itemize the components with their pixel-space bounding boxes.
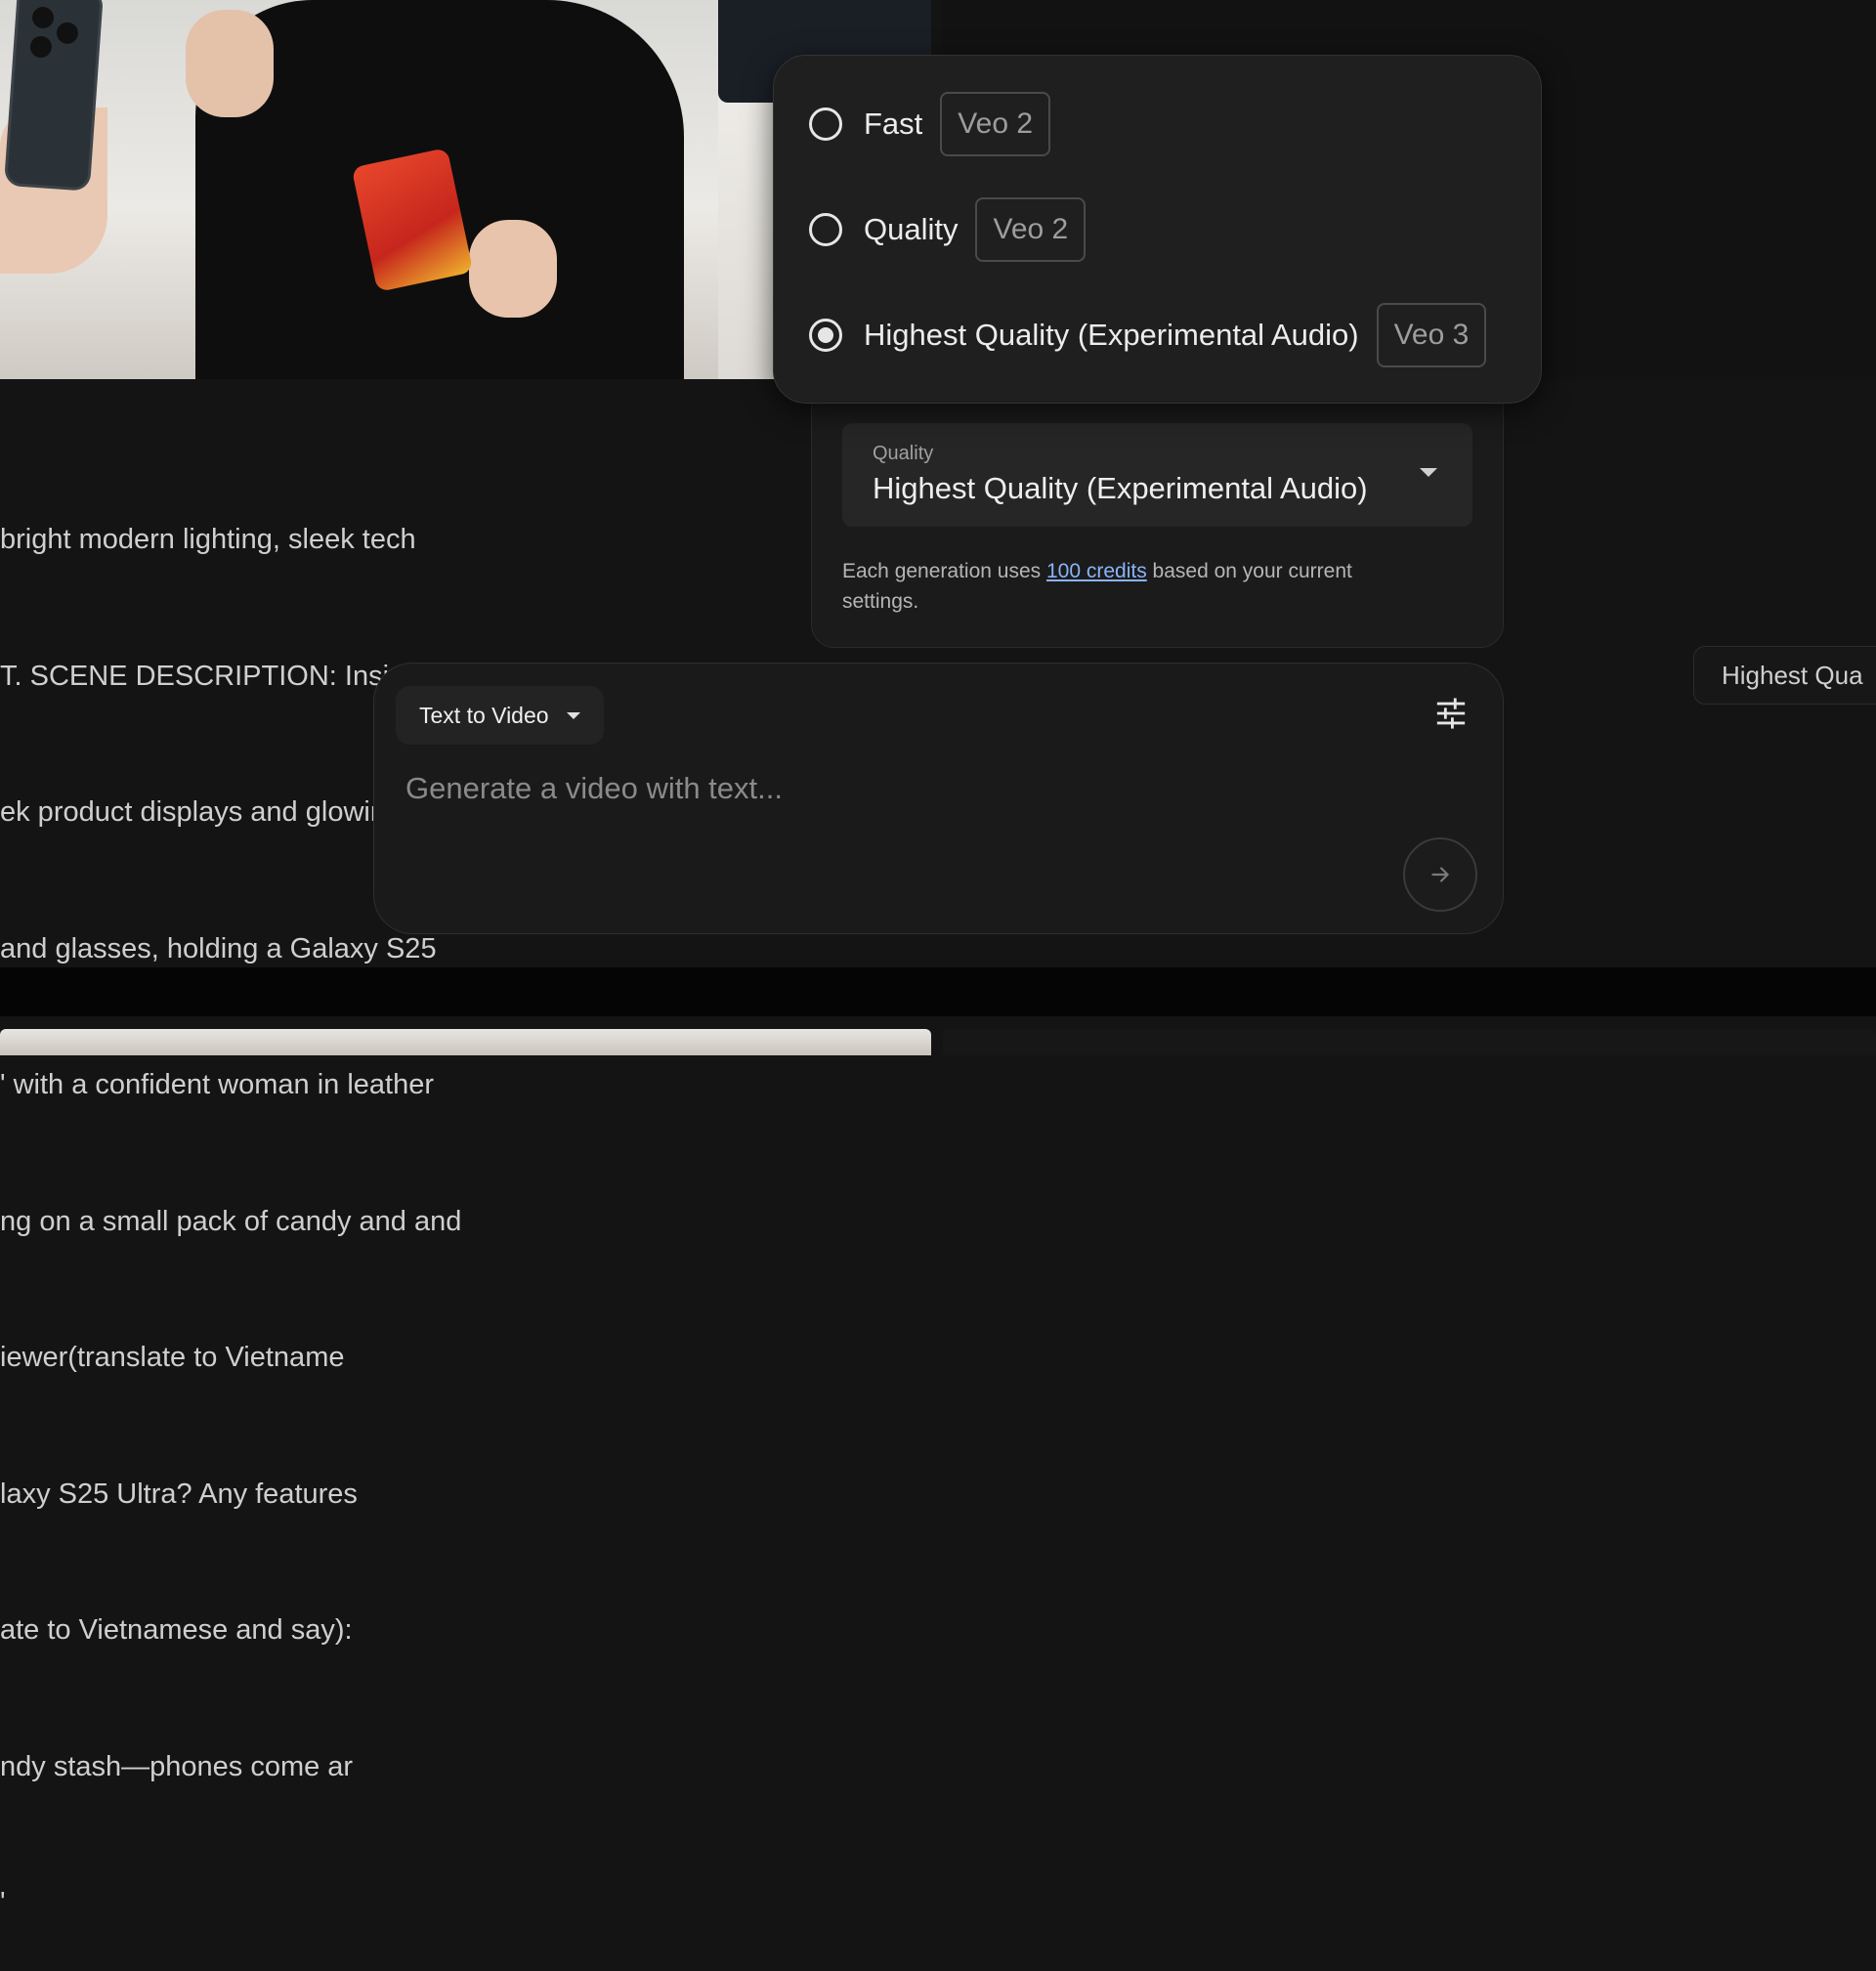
prompt-line: ' with a confident woman in leather: [0, 1069, 435, 1100]
option-label: Quality: [864, 212, 959, 246]
model-badge: Veo 2: [975, 197, 1087, 262]
quality-select-value: Highest Quality (Experimental Audio): [873, 471, 1368, 505]
thumbnail-hand: [186, 10, 274, 117]
radio-button-selected[interactable]: [809, 319, 842, 352]
thumbnail-phone: [7, 0, 101, 189]
prompt-line: ': [0, 1887, 6, 1918]
chevron-down-icon: [1420, 468, 1437, 477]
model-badge: Veo 2: [940, 92, 1051, 156]
chevron-down-icon: [566, 711, 580, 719]
quality-menu: Fast Veo 2 Quality Veo 2 Highest Quality…: [773, 55, 1542, 404]
prompt-line: iewer(translate to Vietname: [0, 1342, 345, 1373]
settings-panel: Quality Highest Quality (Experimental Au…: [811, 371, 1504, 648]
quality-select-label: Quality: [873, 443, 934, 464]
mode-label: Text to Video: [419, 702, 549, 728]
thumbnail-hand: [469, 220, 557, 318]
radio-button[interactable]: [809, 213, 842, 246]
prompt-line: bright modern lighting, sleek tech: [0, 524, 416, 555]
arrow-right-icon: [1431, 867, 1449, 882]
credits-prefix: Each generation uses: [842, 560, 1046, 582]
prompt-composer: Text to Video: [373, 663, 1504, 934]
option-highest-quality[interactable]: Highest Quality (Experimental Audio) Veo…: [809, 301, 1487, 369]
quality-select[interactable]: Quality Highest Quality (Experimental Au…: [842, 423, 1472, 527]
send-button[interactable]: [1403, 837, 1477, 912]
mode-dropdown-button[interactable]: Text to Video: [396, 686, 604, 745]
tune-icon[interactable]: [1434, 697, 1468, 730]
prompt-line: ate to Vietnamese and say):: [0, 1614, 353, 1646]
video-thumbnail-bottom[interactable]: [0, 1029, 931, 1055]
quality-chip[interactable]: Highest Qua: [1693, 646, 1876, 705]
divider-strip: [0, 967, 1876, 1016]
option-label: Fast: [864, 107, 923, 141]
radio-button[interactable]: [809, 107, 842, 141]
option-quality[interactable]: Quality Veo 2: [809, 195, 1087, 264]
credits-note: Each generation uses 100 credits based o…: [842, 556, 1428, 617]
option-fast[interactable]: Fast Veo 2: [809, 90, 1051, 158]
video-thumbnail-bottom-2: [943, 1029, 1876, 1055]
prompt-line: ndy stash—phones come ar: [0, 1750, 354, 1782]
prompt-line: ng on a small pack of candy and and: [0, 1205, 462, 1237]
credits-link[interactable]: 100 credits: [1046, 560, 1147, 582]
prompt-text: bright modern lighting, sleek tech T. SC…: [0, 426, 547, 1971]
prompt-input[interactable]: [404, 763, 1287, 814]
option-label: Highest Quality (Experimental Audio): [864, 318, 1359, 352]
prompt-line: laxy S25 Ultra? Any features: [0, 1478, 358, 1510]
model-badge: Veo 3: [1376, 303, 1487, 367]
